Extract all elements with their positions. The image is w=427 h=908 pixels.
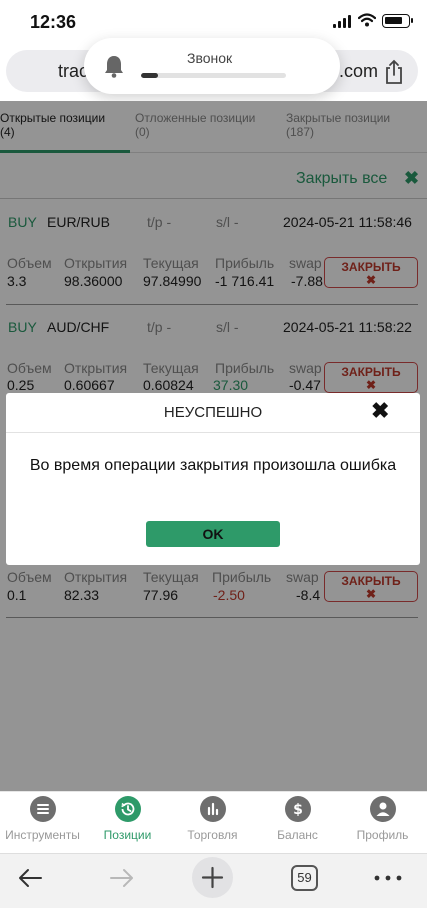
bell-icon — [105, 56, 123, 78]
svg-text:$: $ — [293, 802, 303, 818]
nav-balance-label: Баланс — [277, 828, 318, 842]
forward-arrow-icon[interactable] — [108, 866, 136, 890]
dialog-message: Во время операции закрытия произошла оши… — [29, 457, 397, 474]
plus-icon — [201, 866, 224, 889]
wifi-icon — [358, 13, 376, 27]
dollar-icon: $ — [284, 796, 311, 822]
back-arrow-icon[interactable] — [16, 866, 44, 890]
menu-lines-icon — [29, 796, 56, 822]
tabs-count-button[interactable]: 59 — [291, 865, 318, 891]
call-progress-bar — [141, 73, 286, 78]
nav-profile[interactable]: Профиль — [340, 796, 425, 842]
dialog-title: НЕУСПЕШНО — [163, 404, 263, 421]
battery-icon — [382, 14, 413, 28]
new-tab-button[interactable] — [192, 857, 233, 898]
status-time: 12:36 — [30, 12, 77, 32]
nav-positions-label: Позиции — [103, 828, 152, 842]
nav-profile-label: Профиль — [356, 828, 409, 842]
nav-balance[interactable]: $ Баланс — [255, 796, 340, 842]
dialog-divider — [6, 432, 420, 433]
share-icon[interactable] — [383, 59, 405, 85]
nav-trading-label: Торговля — [187, 828, 238, 842]
call-banner-title: Звонок — [187, 50, 233, 66]
user-icon — [369, 796, 396, 822]
ok-button[interactable]: OK — [146, 521, 280, 547]
close-icon[interactable]: ✖ — [371, 398, 389, 424]
bar-chart-icon — [199, 796, 226, 822]
more-icon[interactable] — [372, 866, 404, 890]
history-clock-icon — [114, 796, 141, 822]
nav-instruments[interactable]: Инструменты — [0, 796, 85, 842]
signal-icon — [333, 15, 353, 28]
nav-trading[interactable]: Торговля — [170, 796, 255, 842]
url-text-end[interactable]: .com — [339, 61, 378, 82]
call-progress-fill — [141, 73, 159, 78]
nav-instruments-label: Инструменты — [5, 828, 80, 842]
nav-positions[interactable]: Позиции — [85, 796, 170, 842]
